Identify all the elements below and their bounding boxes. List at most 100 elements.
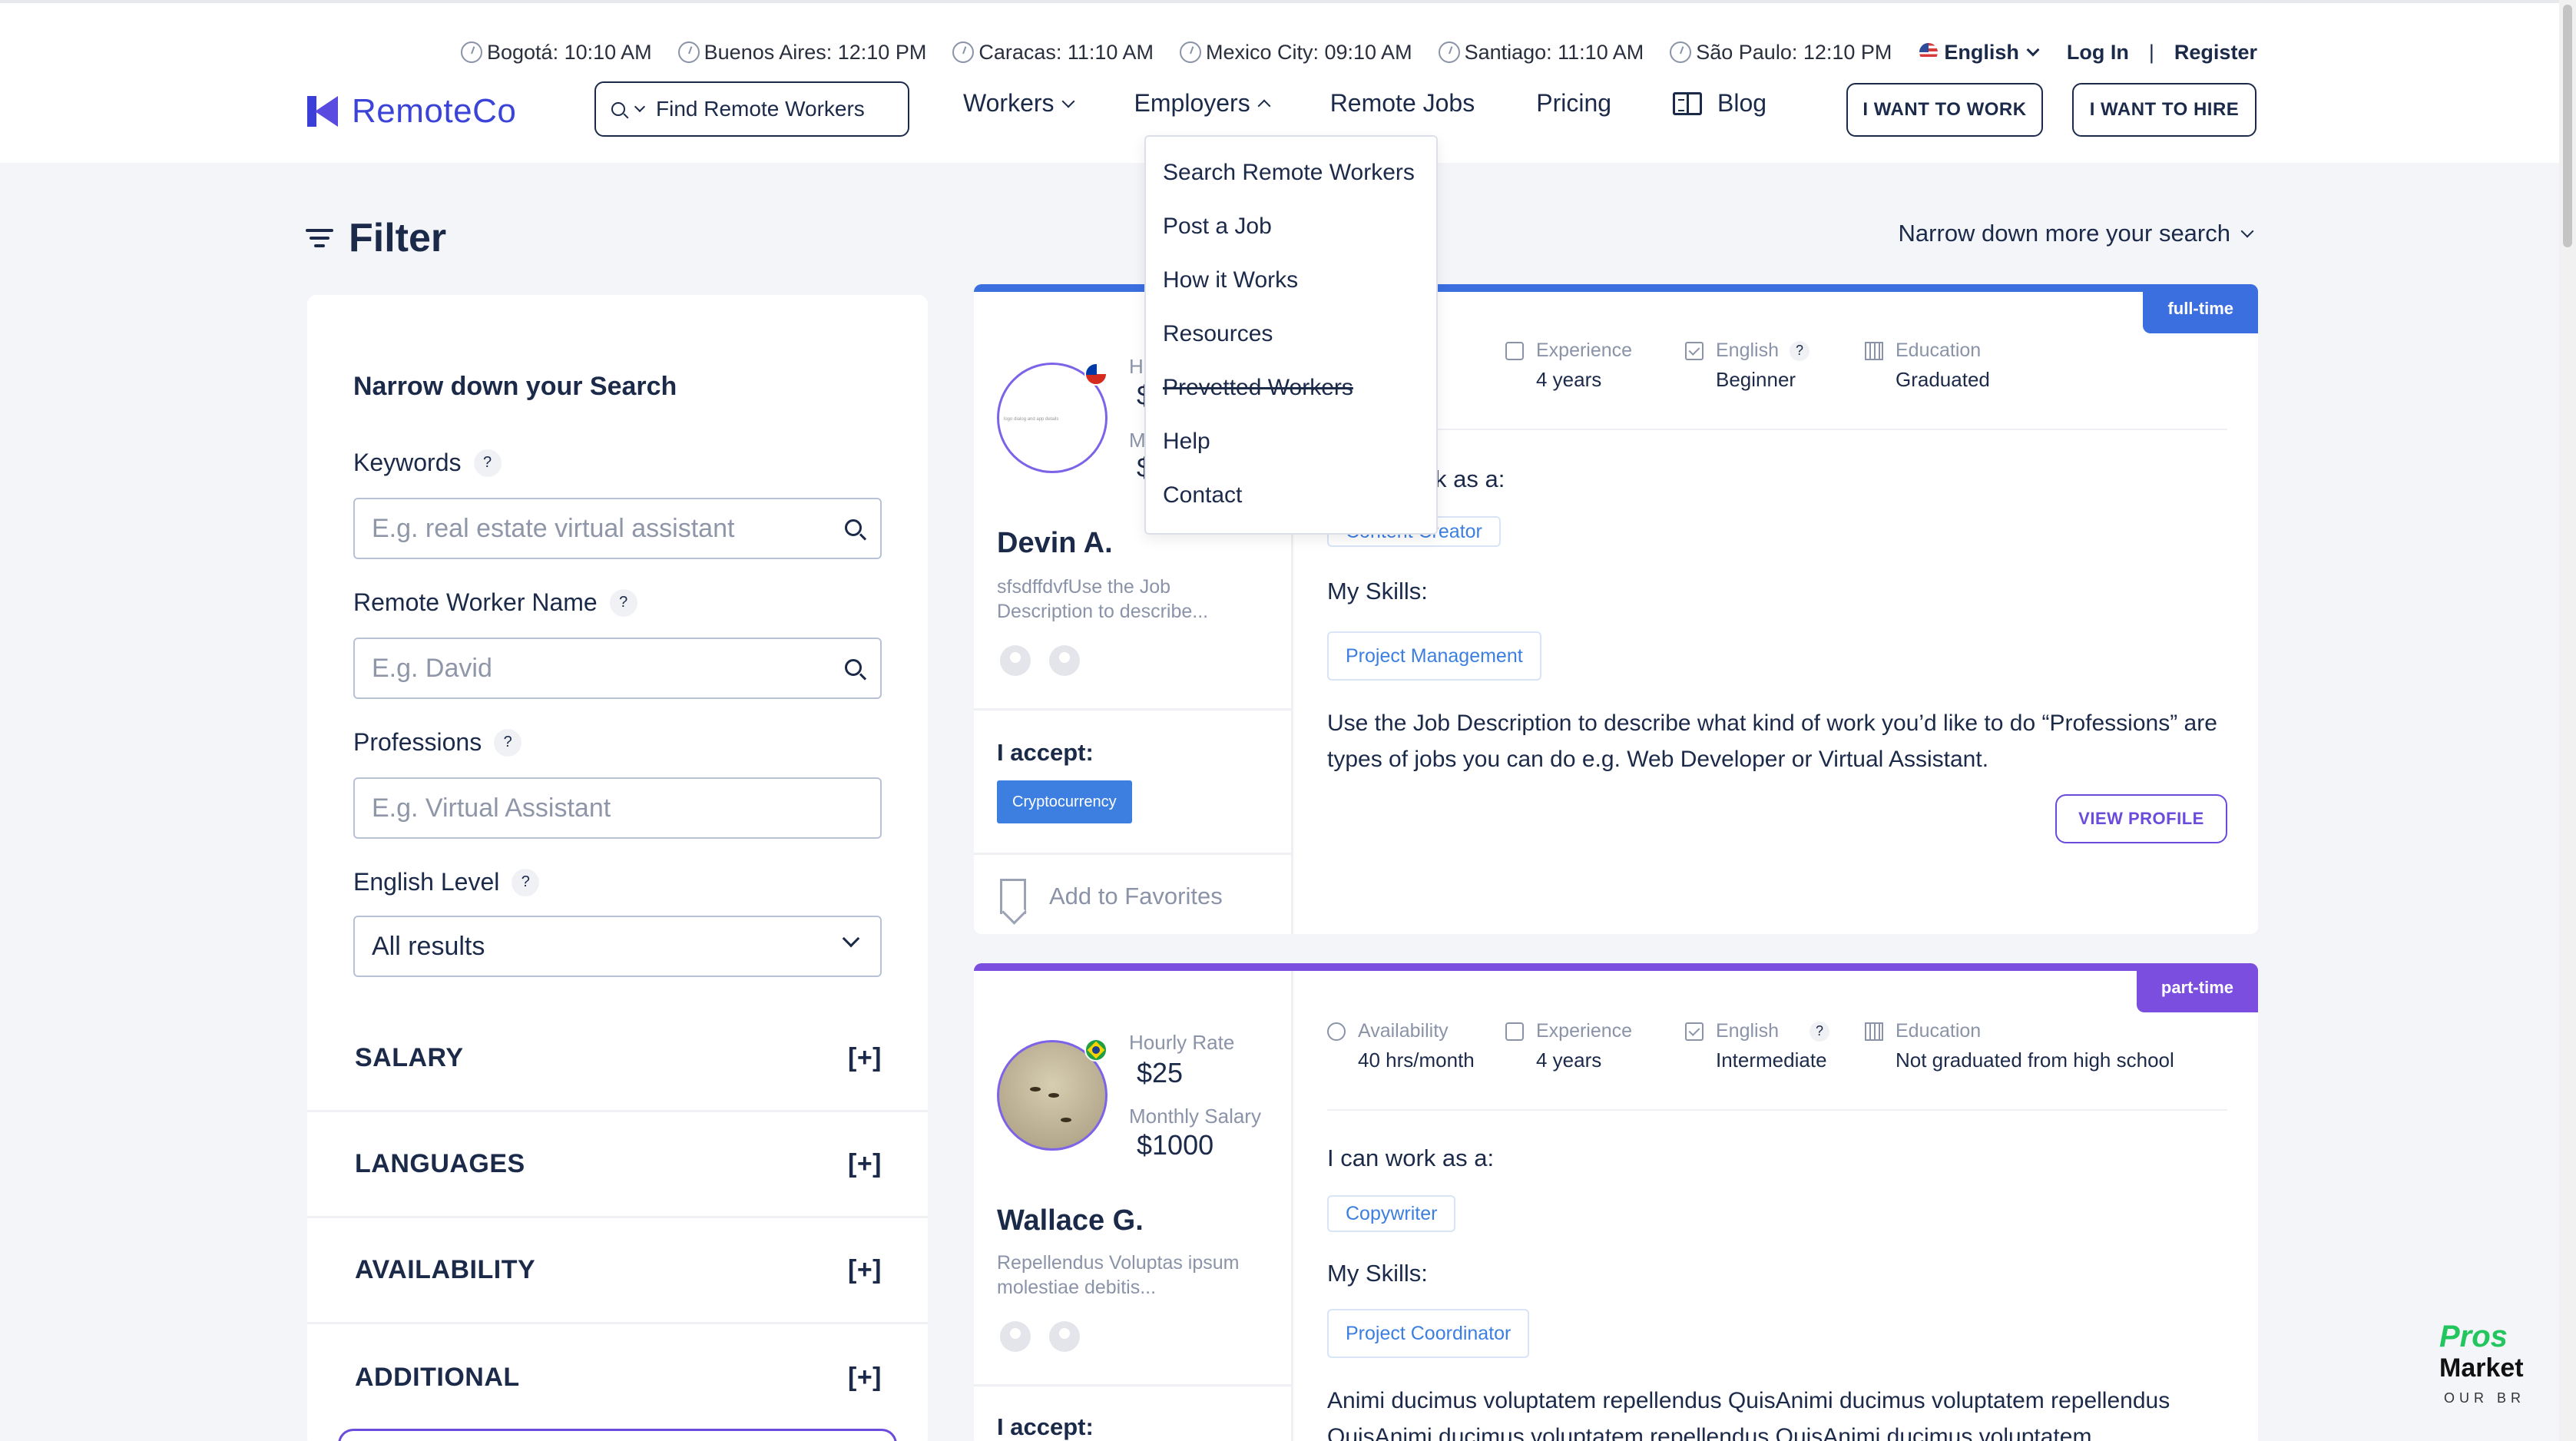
menu-item-resources[interactable]: Resources bbox=[1146, 316, 1436, 370]
help-icon[interactable]: ? bbox=[1809, 1021, 1829, 1042]
want-to-work-button[interactable]: I WANT TO WORK bbox=[1846, 83, 2043, 137]
narrow-more-dropdown[interactable]: Narrow down more your search bbox=[1899, 220, 2254, 247]
accordion-languages[interactable]: LANGUAGES [+] bbox=[307, 1112, 928, 1218]
language-selector[interactable]: English bbox=[1919, 41, 2040, 65]
page-scrollbar[interactable] bbox=[2559, 0, 2576, 1441]
accordion-label: SALARY bbox=[355, 1043, 464, 1072]
add-to-favorites-button[interactable]: Add to Favorites bbox=[1000, 879, 1223, 914]
skill-chip: Project Management bbox=[1327, 631, 1541, 681]
menu-item-contact[interactable]: Contact bbox=[1146, 478, 1436, 532]
accordion-salary[interactable]: SALARY [+] bbox=[307, 1006, 928, 1112]
site-logo[interactable]: RemoteCo bbox=[307, 92, 516, 131]
help-icon[interactable]: ? bbox=[473, 449, 502, 477]
find-workers-button[interactable]: Find Remote Workers bbox=[594, 81, 909, 137]
sidebar-action-button[interactable] bbox=[338, 1429, 897, 1441]
keywords-placeholder: E.g. real estate virtual assistant bbox=[372, 513, 735, 543]
keywords-input[interactable]: E.g. real estate virtual assistant bbox=[353, 498, 882, 559]
briefcase-icon bbox=[1505, 1022, 1524, 1041]
monthly-salary-label: Monthly Salary bbox=[1129, 1105, 1261, 1128]
chevron-down-icon bbox=[2026, 43, 2040, 57]
scrollbar-thumb[interactable] bbox=[2563, 5, 2572, 247]
stat-education: Education Graduated bbox=[1865, 340, 1990, 392]
label-text: Keywords bbox=[353, 449, 462, 476]
badge-line: Market bbox=[2439, 1353, 2524, 1383]
english-level-value: All results bbox=[372, 931, 485, 961]
verification-icons bbox=[1000, 645, 1098, 676]
help-icon[interactable]: ? bbox=[1790, 340, 1809, 361]
help-icon[interactable]: ? bbox=[494, 728, 522, 757]
badge-line: Pros bbox=[2439, 1320, 2508, 1353]
worker-stats: Availability 40 hrs/month Experience 4 yea… bbox=[1327, 1020, 2227, 1112]
search-icon bbox=[611, 102, 625, 116]
clock-icon bbox=[1670, 41, 1692, 63]
chevron-down-icon bbox=[634, 101, 646, 113]
user-icon bbox=[1049, 645, 1080, 676]
expand-toggle[interactable]: [+] bbox=[848, 1043, 882, 1073]
menu-item-help[interactable]: Help bbox=[1146, 424, 1436, 478]
nav-pricing[interactable]: Pricing bbox=[1536, 89, 1611, 118]
avatar-caption: logo dialog and app details bbox=[1004, 417, 1059, 422]
menu-item-prevetted-workers[interactable]: Prevetted Workers bbox=[1146, 370, 1436, 424]
accept-label: I accept: bbox=[997, 739, 1094, 766]
stat-label: Experience bbox=[1536, 340, 1633, 361]
pros-market-badge[interactable]: Pros Market OUR BR bbox=[2433, 1312, 2528, 1441]
badge-line: OUR BR bbox=[2444, 1390, 2526, 1406]
label-text: Professions bbox=[353, 728, 482, 756]
nav-blog[interactable]: Blog bbox=[1673, 89, 1766, 118]
favorites-label: Add to Favorites bbox=[1049, 883, 1223, 909]
brazil-flag-icon bbox=[1084, 1039, 1108, 1062]
bookmark-icon bbox=[1000, 879, 1026, 914]
english-level-select[interactable]: All results bbox=[353, 916, 882, 977]
search-icon[interactable] bbox=[845, 519, 862, 536]
clock-bogota: Bogotá: 10:10 AM bbox=[461, 41, 652, 65]
accordion-additional[interactable]: ADDITIONAL [+] bbox=[307, 1324, 928, 1430]
accordion-availability[interactable]: AVAILABILITY [+] bbox=[307, 1218, 928, 1324]
menu-item-how-it-works[interactable]: How it Works bbox=[1146, 263, 1436, 316]
help-icon[interactable]: ? bbox=[512, 868, 540, 896]
stat-value: Beginner bbox=[1716, 368, 1796, 391]
stat-label: English bbox=[1716, 340, 1779, 361]
stat-experience: Experience 4 years bbox=[1505, 340, 1632, 392]
hourly-rate-label: H bbox=[1129, 355, 1144, 378]
expand-toggle[interactable]: [+] bbox=[848, 1255, 882, 1285]
book-icon bbox=[1673, 91, 1703, 115]
filter-icon bbox=[306, 227, 333, 249]
label-text: English Level bbox=[353, 868, 500, 896]
register-link[interactable]: Register bbox=[2174, 41, 2257, 65]
nav-workers[interactable]: Workers bbox=[963, 89, 1075, 118]
help-icon[interactable]: ? bbox=[609, 588, 637, 617]
menu-item-search-remote-workers[interactable]: Search Remote Workers bbox=[1146, 155, 1436, 209]
professions-input[interactable]: E.g. Virtual Assistant bbox=[353, 777, 882, 839]
nav-label: Workers bbox=[963, 89, 1055, 117]
monthly-salary-label: M bbox=[1129, 429, 1146, 452]
clock-icon bbox=[677, 41, 700, 63]
worker-name[interactable]: Wallace G. bbox=[997, 1204, 1144, 1237]
divider bbox=[974, 853, 1293, 855]
employers-dropdown-menu: Search Remote Workers Post a Job How it … bbox=[1144, 135, 1438, 535]
stat-value: 4 years bbox=[1536, 1048, 1602, 1072]
building-icon bbox=[1865, 341, 1883, 360]
english-level-label: English Level? bbox=[353, 868, 540, 896]
login-link[interactable]: Log In bbox=[2067, 41, 2129, 65]
bird-shape bbox=[1030, 1087, 1041, 1092]
view-profile-button[interactable]: VIEW PROFILE bbox=[2055, 794, 2227, 843]
clock-caracas: Caracas: 11:10 AM bbox=[952, 41, 1154, 65]
worker-name[interactable]: Devin A. bbox=[997, 527, 1113, 560]
clock-santiago: Santiago: 11:10 AM bbox=[1438, 40, 1644, 65]
expand-toggle[interactable]: [+] bbox=[848, 1363, 882, 1393]
worker-name-input[interactable]: E.g. David bbox=[353, 638, 882, 699]
worker-card: part-time Hourly Rate $25 Monthly Salary… bbox=[974, 963, 2258, 1441]
monthly-salary-value: $1000 bbox=[1137, 1129, 1214, 1161]
nav-remote-jobs[interactable]: Remote Jobs bbox=[1330, 89, 1475, 118]
clock-label: Santiago: 11:10 AM bbox=[1464, 40, 1644, 64]
menu-item-post-a-job[interactable]: Post a Job bbox=[1146, 209, 1436, 263]
nav-label: Remote Jobs bbox=[1329, 89, 1475, 117]
stat-value: 40 hrs/month bbox=[1358, 1048, 1475, 1072]
clock-icon bbox=[952, 41, 975, 63]
want-to-hire-button[interactable]: I WANT TO HIRE bbox=[2072, 83, 2256, 137]
filter-toggle[interactable]: Filter bbox=[306, 215, 446, 261]
professions-label: Professions? bbox=[353, 728, 522, 757]
search-icon[interactable] bbox=[845, 659, 862, 676]
nav-employers[interactable]: Employers bbox=[1134, 89, 1271, 118]
expand-toggle[interactable]: [+] bbox=[848, 1149, 882, 1179]
